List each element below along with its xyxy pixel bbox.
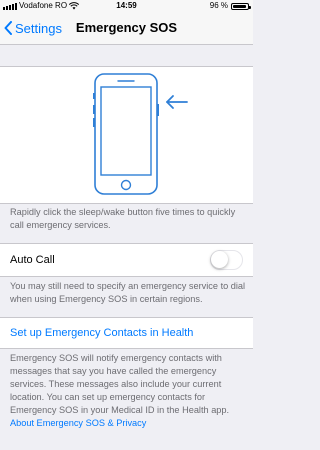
battery-icon xyxy=(231,2,251,10)
iphone-outline-icon xyxy=(93,73,159,195)
chevron-left-icon xyxy=(4,21,12,35)
emergency-contacts-row[interactable]: Set up Emergency Contacts in Health xyxy=(0,317,253,349)
status-bar: Vodafone RO 14:59 96 % xyxy=(0,0,253,12)
setup-emergency-contacts-link[interactable]: Set up Emergency Contacts in Health xyxy=(10,318,193,348)
status-right: 96 % xyxy=(209,0,251,12)
left-arrow-icon xyxy=(166,95,188,109)
emergency-contacts-footer-text: Emergency SOS will notify emergency cont… xyxy=(10,353,230,415)
sos-illustration xyxy=(0,66,253,204)
illustration-graphic xyxy=(93,73,188,195)
toggle-knob xyxy=(211,251,228,268)
auto-call-footer: You may still need to specify an emergen… xyxy=(10,281,246,304)
battery-fill xyxy=(233,4,246,8)
auto-call-toggle[interactable] xyxy=(210,250,243,270)
about-sos-privacy-link[interactable]: About Emergency SOS & Privacy xyxy=(10,418,146,428)
battery-percentage: 96 % xyxy=(209,1,228,10)
navigation-bar: Emergency SOS Settings xyxy=(0,12,253,45)
illustration-caption: Rapidly click the sleep/wake button five… xyxy=(10,207,236,230)
emergency-contacts-footer: Emergency SOS will notify emergency cont… xyxy=(10,352,246,430)
auto-call-row: Auto Call xyxy=(0,243,253,277)
back-button-label: Settings xyxy=(15,20,62,36)
auto-call-label: Auto Call xyxy=(10,254,55,266)
back-button[interactable]: Settings xyxy=(4,12,62,44)
